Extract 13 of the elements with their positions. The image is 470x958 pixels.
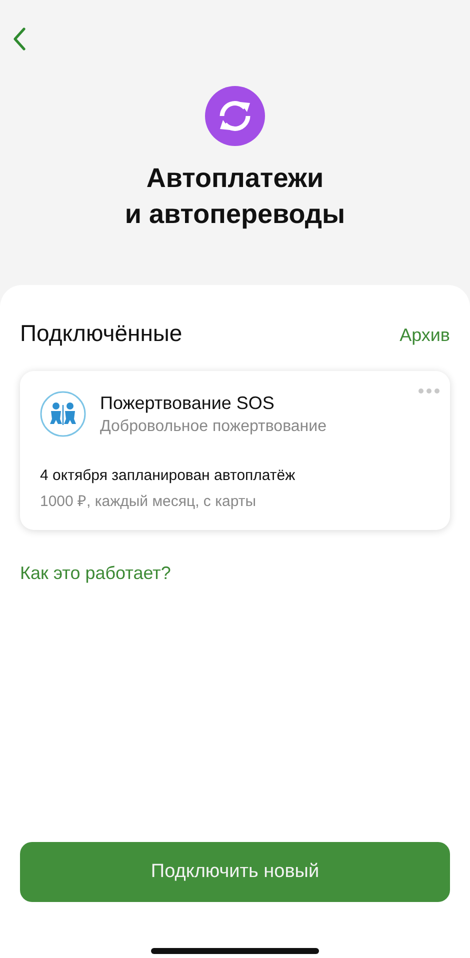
page-title: Автоплатежи и автопереводы (124, 162, 346, 231)
archive-link[interactable]: Архив (400, 325, 450, 346)
help-link[interactable]: Как это работает? (20, 563, 450, 584)
children-logo-icon (40, 391, 86, 437)
refresh-icon (205, 86, 265, 146)
connect-new-button[interactable]: Подключить новый (20, 842, 450, 902)
back-icon[interactable] (12, 27, 26, 51)
payment-card[interactable]: Пожертвование SOS Добровольное пожертвование 4 октября запланирован автоплатёж 1000 ₽, каждый месяц, с карты (20, 371, 450, 530)
section-title: Подключённые (20, 320, 182, 347)
payment-schedule: 4 октября запланирован автоплатёж (40, 467, 296, 484)
payment-name: Пожертвование SOS (100, 392, 276, 414)
payment-details: 1000 ₽, каждый месяц, с карты (40, 492, 257, 510)
payment-subtitle: Добровольное пожертвование (100, 418, 326, 436)
